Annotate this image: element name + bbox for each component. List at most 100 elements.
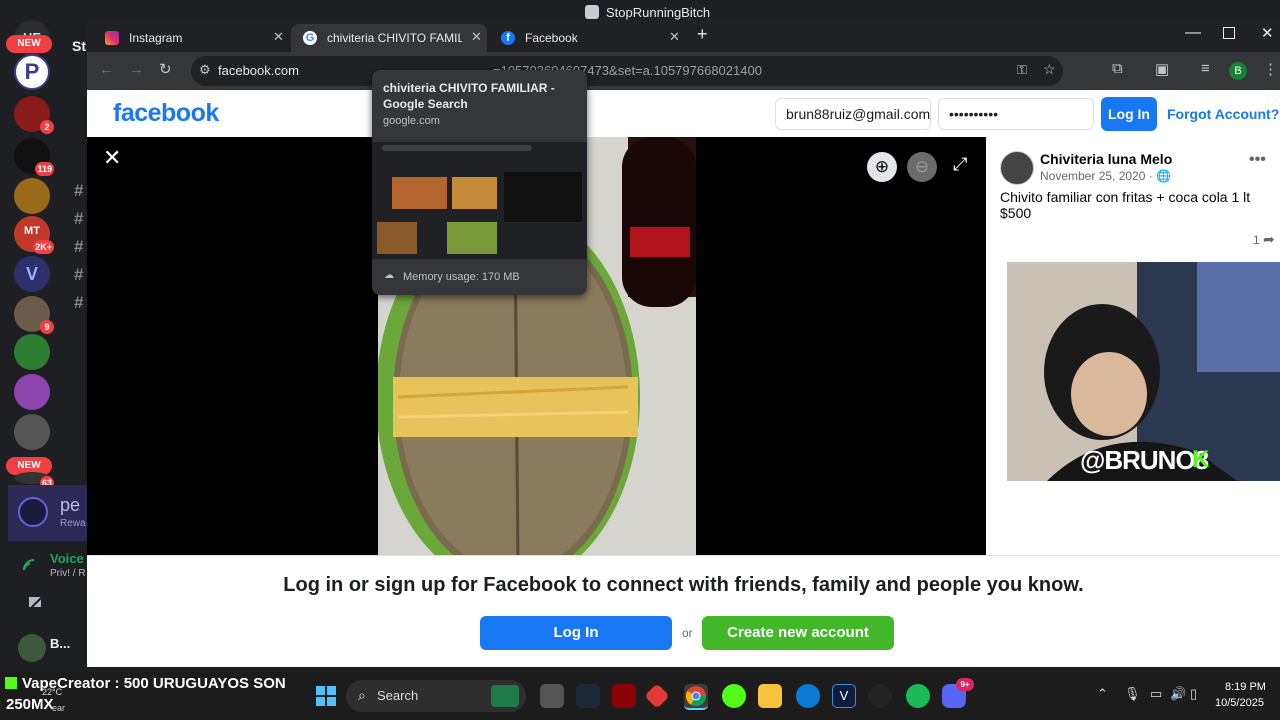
clock-time[interactable]: 8:19 PM bbox=[1225, 681, 1266, 693]
author-avatar[interactable] bbox=[1000, 151, 1034, 185]
sidebar-icon[interactable]: ▣ bbox=[1155, 60, 1169, 78]
globe-icon: 🌐 bbox=[1156, 169, 1172, 183]
create-account-button[interactable]: Create new account bbox=[702, 616, 894, 650]
volume-icon[interactable]: 🔊 bbox=[1170, 686, 1186, 702]
channel-hash-icon[interactable]: # bbox=[74, 265, 83, 285]
tab-title: chiviteria CHIVITO FAMILIAR - G bbox=[327, 31, 462, 45]
back-icon[interactable]: ← bbox=[99, 61, 114, 78]
facebook-logo[interactable]: facebook bbox=[113, 99, 219, 128]
tab-strip: Instagram ✕ G chiviteria CHIVITO FAMILIA… bbox=[87, 18, 1280, 52]
search-highlight-icon bbox=[491, 685, 519, 707]
discord-badge: 9+ bbox=[956, 678, 974, 691]
windows-start-icon[interactable] bbox=[316, 686, 336, 706]
post-options-icon[interactable]: ••• bbox=[1249, 151, 1266, 169]
minimize-icon[interactable]: — bbox=[1185, 24, 1201, 42]
profile-avatar[interactable]: B bbox=[1229, 62, 1247, 80]
voice-signal-icon bbox=[22, 558, 38, 572]
server-icon-gold[interactable] bbox=[14, 178, 50, 214]
fullscreen-icon[interactable]: ⤢ bbox=[953, 154, 967, 175]
discord-server-rail: HE NEW P 2 119 MT2K+ V 9 NEW 63 St # # #… bbox=[0, 0, 88, 672]
microphone-icon[interactable]: 🎙 bbox=[1124, 686, 1141, 702]
tab-instagram[interactable]: Instagram ✕ bbox=[93, 24, 289, 52]
server-icon-v[interactable]: V bbox=[14, 256, 50, 292]
ticker-amount: 250MX bbox=[6, 696, 54, 713]
close-tab-icon[interactable]: ✕ bbox=[273, 29, 284, 45]
post-author[interactable]: Chiviteria luna Melo bbox=[1040, 151, 1172, 167]
zoom-out-icon[interactable]: ⊖ bbox=[907, 152, 937, 182]
reload-icon[interactable]: ↻ bbox=[159, 60, 172, 78]
activity-panel[interactable]: pe Rewa bbox=[8, 485, 88, 541]
file-explorer-icon[interactable] bbox=[758, 684, 782, 708]
forward-icon[interactable]: → bbox=[129, 61, 144, 78]
mention-badge: 119 bbox=[35, 162, 54, 176]
server-icon-red[interactable]: 2 bbox=[14, 96, 54, 134]
address-bar[interactable]: ⚙ facebook.com =105703604697473&set=a.10… bbox=[191, 56, 1063, 86]
kick-taskbar-icon[interactable] bbox=[722, 684, 746, 708]
server-name-partial: St bbox=[72, 38, 86, 54]
or-separator: or bbox=[682, 626, 693, 640]
close-tab-icon[interactable]: ✕ bbox=[471, 29, 482, 45]
server-icon-mt[interactable]: MT 2K+ bbox=[14, 216, 54, 254]
app-red-icon[interactable] bbox=[612, 684, 636, 708]
steam-icon[interactable] bbox=[576, 684, 600, 708]
server-icon-partial[interactable]: 63 bbox=[14, 472, 54, 490]
memory-icon: ☁ bbox=[384, 270, 394, 281]
chrome-taskbar-icon[interactable] bbox=[684, 684, 708, 710]
channel-hash-icon[interactable]: # bbox=[74, 181, 83, 201]
instagram-icon bbox=[105, 31, 119, 45]
banner-login-button[interactable]: Log In bbox=[480, 616, 672, 650]
email-field[interactable]: brun88ruiz@gmail.com bbox=[775, 98, 931, 130]
site-info-icon[interactable]: ⚙ bbox=[199, 62, 211, 78]
channel-hash-icon[interactable]: # bbox=[74, 293, 83, 313]
maximize-icon[interactable] bbox=[1223, 27, 1235, 39]
share-icon[interactable]: ➦ bbox=[1263, 231, 1275, 248]
spotify-icon[interactable] bbox=[906, 684, 930, 708]
fb-header: facebook brun88ruiz@gmail.com ••••••••••… bbox=[87, 90, 1280, 138]
close-tab-icon[interactable]: ✕ bbox=[669, 29, 680, 45]
server-icon-p[interactable]: P bbox=[14, 54, 50, 90]
close-window-icon[interactable]: ✕ bbox=[1261, 24, 1274, 42]
discord-taskbar-icon[interactable]: 9+ bbox=[942, 678, 974, 708]
webcam-overlay: @BRUNO8 K bbox=[1007, 262, 1280, 481]
zoom-in-icon[interactable]: ⊕ bbox=[867, 152, 897, 182]
server-icon-purple[interactable] bbox=[14, 374, 50, 410]
share-count: 1 bbox=[1253, 233, 1260, 247]
server-icon-dark[interactable]: 119 bbox=[14, 138, 54, 176]
mention-badge: 2 bbox=[40, 120, 54, 134]
user-avatar[interactable] bbox=[18, 634, 46, 662]
taskbar-search[interactable]: ⌕ Search bbox=[346, 680, 526, 712]
window-title: StopRunningBitch bbox=[606, 5, 711, 20]
edge-icon[interactable] bbox=[796, 684, 820, 708]
app-icon bbox=[18, 497, 48, 527]
memory-usage: Memory usage: 170 MB bbox=[403, 271, 520, 283]
task-view-icon[interactable] bbox=[540, 684, 564, 708]
server-icon-palm[interactable] bbox=[14, 334, 50, 370]
server-icon-cat[interactable] bbox=[14, 414, 50, 450]
kick-icon bbox=[5, 677, 17, 689]
app-v-icon[interactable]: V bbox=[832, 684, 856, 708]
kick-logo-icon: K bbox=[1192, 446, 1210, 473]
channel-hash-icon[interactable]: # bbox=[74, 237, 83, 257]
network-icon[interactable]: ▭ bbox=[1150, 686, 1162, 702]
tab-facebook[interactable]: f Facebook ✕ bbox=[489, 24, 685, 52]
close-viewer-icon[interactable]: ✕ bbox=[103, 145, 121, 171]
login-button[interactable]: Log In bbox=[1101, 97, 1157, 131]
battery-icon[interactable]: ▯ bbox=[1190, 686, 1197, 702]
app-diamond-icon[interactable] bbox=[644, 683, 670, 709]
server-icon-car[interactable]: 9 bbox=[14, 296, 54, 334]
forgot-account-link[interactable]: Forgot Account? bbox=[1167, 106, 1279, 122]
media-icon[interactable]: ≡ bbox=[1201, 60, 1210, 77]
extensions-icon[interactable]: ⧉ bbox=[1112, 60, 1123, 77]
new-tab-icon[interactable]: + bbox=[697, 24, 708, 45]
menu-kebab-icon[interactable]: ⋮ bbox=[1263, 60, 1278, 78]
password-key-icon[interactable]: ⚿ bbox=[1017, 62, 1027, 78]
tray-chevron-icon[interactable]: ⌃ bbox=[1097, 686, 1108, 702]
password-field[interactable]: •••••••••• bbox=[938, 98, 1094, 130]
obs-icon[interactable] bbox=[868, 684, 892, 708]
post-date: November 25, 2020 · 🌐 bbox=[1040, 169, 1171, 183]
clock-date[interactable]: 10/5/2025 bbox=[1215, 697, 1264, 709]
channel-hash-icon[interactable]: # bbox=[74, 209, 83, 229]
star-icon[interactable]: ☆ bbox=[1043, 61, 1056, 78]
camera-off-icon[interactable] bbox=[28, 594, 46, 610]
tab-google-search[interactable]: G chiviteria CHIVITO FAMILIAR - G ✕ bbox=[291, 24, 487, 52]
